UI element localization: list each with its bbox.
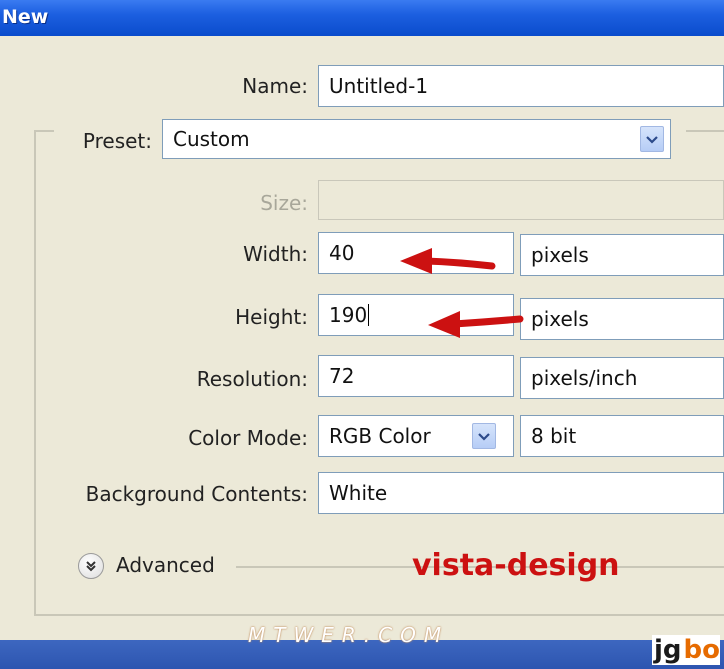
jgbo-logo: jgbo xyxy=(652,634,724,669)
window-title: New xyxy=(2,6,49,28)
color-mode-dropdown-button[interactable] xyxy=(472,423,496,449)
width-label: Width: xyxy=(243,242,308,266)
text-cursor xyxy=(368,304,370,326)
resolution-input[interactable]: 72 xyxy=(318,355,514,397)
resolution-unit-select[interactable]: pixels/inch xyxy=(520,357,724,399)
name-label: Name: xyxy=(242,74,308,98)
chevron-double-down-icon xyxy=(86,561,96,572)
chevron-down-icon xyxy=(478,432,490,441)
size-select xyxy=(318,180,724,220)
preset-label: Preset: xyxy=(82,129,152,153)
mtwer-watermark: MTWER.COM xyxy=(248,623,450,647)
height-label: Height: xyxy=(235,305,308,329)
width-unit-select[interactable]: pixels xyxy=(520,234,724,276)
height-unit-select[interactable]: pixels xyxy=(520,298,724,340)
group-border-left xyxy=(34,130,36,616)
vista-design-watermark: vista-design xyxy=(412,548,620,583)
title-bar: New xyxy=(0,0,724,36)
group-border-bottom xyxy=(34,614,724,616)
background-contents-select[interactable]: White xyxy=(318,472,724,514)
bit-depth-select[interactable]: 8 bit xyxy=(520,415,724,457)
chevron-down-icon xyxy=(646,135,658,144)
background-contents-label: Background Contents: xyxy=(85,482,308,506)
logo-part-2: bo xyxy=(683,635,721,665)
name-input[interactable]: Untitled-1 xyxy=(318,65,724,107)
height-value: 190 xyxy=(329,303,368,327)
resolution-label: Resolution: xyxy=(196,367,308,391)
logo-part-1: jg xyxy=(652,635,684,665)
group-border-top-left xyxy=(34,130,54,132)
color-mode-label: Color Mode: xyxy=(188,426,308,450)
advanced-label: Advanced xyxy=(116,553,215,577)
advanced-toggle-button[interactable] xyxy=(78,553,104,579)
preset-value: Custom xyxy=(173,127,250,151)
color-mode-value: RGB Color xyxy=(329,424,431,448)
group-border-top-right xyxy=(686,130,724,132)
preset-dropdown-button[interactable] xyxy=(640,126,664,152)
red-arrow-icon xyxy=(428,311,524,338)
size-label: Size: xyxy=(260,191,308,215)
red-arrow-icon xyxy=(400,248,496,274)
preset-select[interactable]: Custom xyxy=(162,119,671,159)
